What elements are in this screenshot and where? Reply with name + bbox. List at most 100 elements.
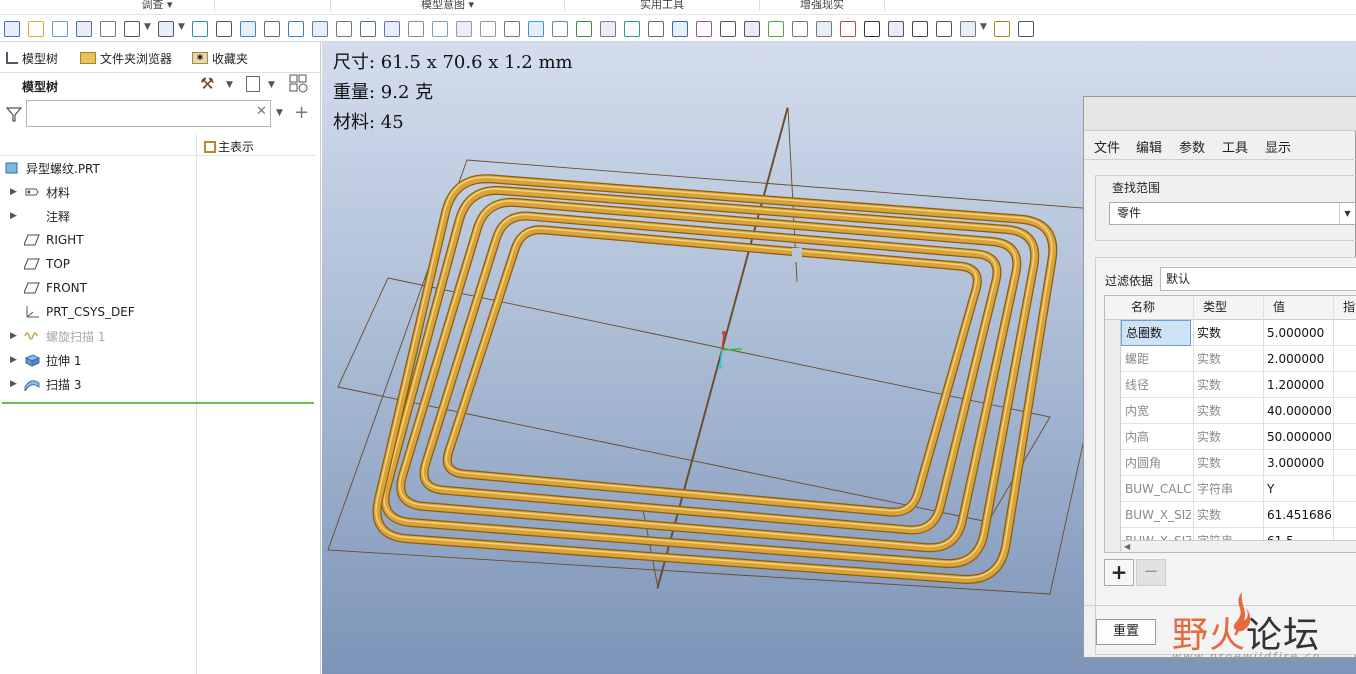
- param-type-cell[interactable]: 实数: [1193, 398, 1261, 424]
- refit-icon[interactable]: [624, 21, 640, 37]
- copy-icon[interactable]: [456, 21, 472, 37]
- stack-icon[interactable]: [936, 21, 952, 37]
- menu-file[interactable]: 文件: [1094, 137, 1120, 156]
- tab-folder-browser[interactable]: 文件夹浏览器: [76, 46, 176, 70]
- transform-icon[interactable]: [504, 21, 520, 37]
- tree-item[interactable]: ▶ 螺旋扫描 1: [0, 325, 320, 347]
- hide-icon[interactable]: [792, 21, 808, 37]
- bom-icon[interactable]: [552, 21, 568, 37]
- add-param-button[interactable]: +: [1104, 559, 1134, 586]
- param-name-cell[interactable]: 螺距: [1121, 346, 1191, 372]
- tree-item[interactable]: ▶ 材料: [0, 181, 320, 203]
- tree-item[interactable]: TOP: [0, 253, 320, 275]
- param-value-cell[interactable]: 50.000000: [1263, 424, 1331, 450]
- thickness-icon[interactable]: [336, 21, 352, 37]
- regenerate-icon[interactable]: [52, 21, 68, 37]
- param-name-cell[interactable]: BUW_X_SIZ: [1121, 502, 1191, 528]
- param-value-cell[interactable]: 5.000000: [1263, 320, 1331, 346]
- param-type-cell[interactable]: 字符串: [1193, 476, 1261, 502]
- scope-select[interactable]: 零件 ▼: [1109, 202, 1356, 225]
- redo-icon[interactable]: [158, 21, 174, 37]
- tree-item[interactable]: 异型螺纹.PRT: [0, 157, 320, 179]
- dialog-title-bar[interactable]: [1084, 97, 1356, 131]
- axis-icon[interactable]: [744, 21, 760, 37]
- column-header-main-rep[interactable]: 主表示: [204, 138, 254, 155]
- column-header[interactable]: 类型: [1199, 296, 1227, 319]
- color-icon[interactable]: [840, 21, 856, 37]
- clear-icon[interactable]: ✕: [256, 104, 267, 119]
- measure-icon[interactable]: [192, 21, 208, 37]
- chevron-down-icon[interactable]: ▼: [144, 22, 151, 32]
- column-header[interactable]: 名称: [1127, 296, 1155, 319]
- sketch-icon[interactable]: [648, 21, 664, 37]
- param-type-cell[interactable]: 实数: [1193, 502, 1261, 528]
- text-icon[interactable]: [1018, 21, 1034, 37]
- tab-model-tree[interactable]: 模型树: [2, 46, 63, 70]
- curvature-icon[interactable]: [288, 21, 304, 37]
- chevron-down-icon[interactable]: ▼: [1339, 203, 1355, 224]
- settings-tools-icon[interactable]: ⚒: [200, 74, 220, 94]
- param-type-cell[interactable]: 实数: [1193, 372, 1261, 398]
- chevron-down-icon[interactable]: ▼: [276, 108, 283, 118]
- section-icon[interactable]: [240, 21, 256, 37]
- show-icon[interactable]: [816, 21, 832, 37]
- curve-icon[interactable]: [672, 21, 688, 37]
- param-icon[interactable]: [384, 21, 400, 37]
- new-icon[interactable]: [4, 21, 20, 37]
- chevron-down-icon[interactable]: ▼: [178, 22, 185, 32]
- param-value-cell[interactable]: 1.200000: [1263, 372, 1331, 398]
- add-icon[interactable]: +: [294, 102, 309, 123]
- tree-filter-icon[interactable]: [246, 76, 260, 92]
- publish-icon[interactable]: [528, 21, 544, 37]
- sphere-icon[interactable]: [768, 21, 784, 37]
- open-icon[interactable]: [28, 21, 44, 37]
- saved-view-icon[interactable]: [600, 21, 616, 37]
- expand-arrow-icon[interactable]: ▶: [10, 355, 17, 365]
- tree-item[interactable]: ▶ 注释: [0, 205, 320, 227]
- point-icon[interactable]: [696, 21, 712, 37]
- param-name-cell[interactable]: 线径: [1121, 372, 1191, 398]
- menu-edit[interactable]: 编辑: [1136, 137, 1162, 156]
- param-name-cell[interactable]: 内高: [1121, 424, 1191, 450]
- family-table-icon[interactable]: [432, 21, 448, 37]
- tree-item[interactable]: FRONT: [0, 277, 320, 299]
- param-type-cell[interactable]: 实数: [1193, 450, 1261, 476]
- undo-icon[interactable]: [124, 21, 140, 37]
- remove-param-button[interactable]: −: [1136, 559, 1166, 586]
- reset-button[interactable]: 重置: [1096, 619, 1156, 645]
- menu-parameters[interactable]: 参数: [1179, 137, 1205, 156]
- expand-arrow-icon[interactable]: ▶: [10, 211, 17, 221]
- chevron-down-icon[interactable]: ▼: [268, 80, 275, 90]
- param-name-cell[interactable]: 总圈数: [1121, 320, 1191, 346]
- ball-icon[interactable]: [994, 21, 1010, 37]
- mass-props-icon[interactable]: [216, 21, 232, 37]
- ribbon-group-ar[interactable]: 增强现实: [760, 0, 885, 11]
- horizontal-scrollbar[interactable]: ◀: [1121, 540, 1356, 552]
- tree-item[interactable]: RIGHT: [0, 229, 320, 251]
- insert-icon[interactable]: [960, 21, 976, 37]
- chevron-down-icon[interactable]: ▼: [980, 22, 987, 32]
- coil-turn[interactable]: [444, 226, 981, 516]
- tab-favorites[interactable]: ✱ 收藏夹: [188, 46, 252, 70]
- filter-select[interactable]: 默认: [1160, 267, 1356, 291]
- draft-icon[interactable]: [312, 21, 328, 37]
- wave-icon[interactable]: [912, 21, 928, 37]
- appearance-icon[interactable]: [576, 21, 592, 37]
- tree-item[interactable]: ▶ 拉伸 1: [0, 349, 320, 371]
- save-icon[interactable]: [76, 21, 92, 37]
- dimension-icon[interactable]: [360, 21, 376, 37]
- param-type-cell[interactable]: 实数: [1193, 424, 1261, 450]
- ribbon-group-investigate[interactable]: 调查 ▾: [100, 0, 215, 11]
- menu-tools[interactable]: 工具: [1222, 137, 1248, 156]
- param-name-cell[interactable]: 内圆角: [1121, 450, 1191, 476]
- filter-icon[interactable]: [5, 106, 23, 122]
- paste-icon[interactable]: [480, 21, 496, 37]
- menu-display[interactable]: 显示: [1265, 137, 1291, 156]
- expand-arrow-icon[interactable]: ▶: [10, 331, 17, 341]
- tree-item[interactable]: ▶ 扫描 3: [0, 373, 320, 395]
- expand-arrow-icon[interactable]: ▶: [10, 187, 17, 197]
- column-header[interactable]: 指: [1339, 296, 1355, 319]
- param-value-cell[interactable]: 61.451686: [1263, 502, 1331, 528]
- param-value-cell[interactable]: Y: [1263, 476, 1331, 502]
- param-value-cell[interactable]: 40.000000: [1263, 398, 1331, 424]
